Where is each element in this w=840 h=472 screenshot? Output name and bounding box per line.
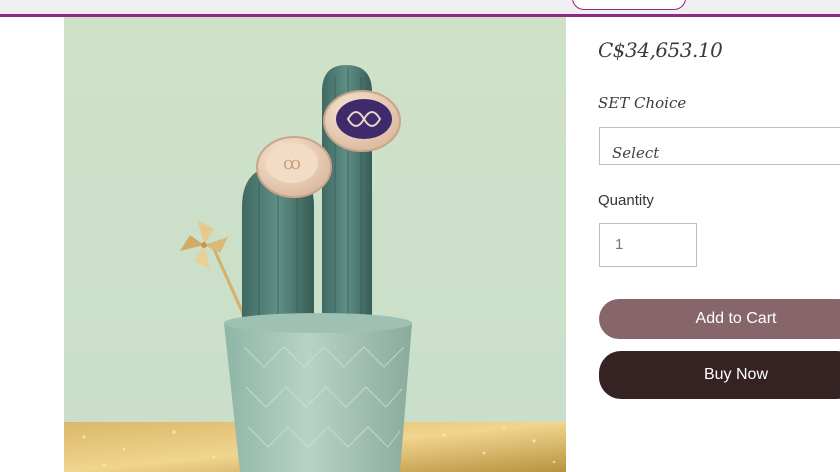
top-header-bar xyxy=(0,0,840,17)
select-value: Select xyxy=(612,144,660,162)
set-choice-select[interactable]: Select xyxy=(599,127,840,165)
add-to-cart-label: Add to Cart xyxy=(695,310,777,327)
buy-now-label: Buy Now xyxy=(703,366,769,383)
svg-text:ꝏ: ꝏ xyxy=(283,153,301,174)
quantity-label: Quantity xyxy=(598,192,654,209)
quantity-value: 1 xyxy=(615,236,624,253)
add-to-cart-button[interactable]: Add to Cart xyxy=(599,299,840,339)
header-menu-button[interactable] xyxy=(572,0,686,10)
set-choice-label: SET Choice xyxy=(598,94,687,112)
quantity-input[interactable]: 1 xyxy=(599,223,697,267)
product-image[interactable]: ꝏ xyxy=(64,17,566,472)
product-price: C$34,653.10 xyxy=(598,38,723,62)
buy-now-button[interactable]: Buy Now xyxy=(599,351,840,399)
